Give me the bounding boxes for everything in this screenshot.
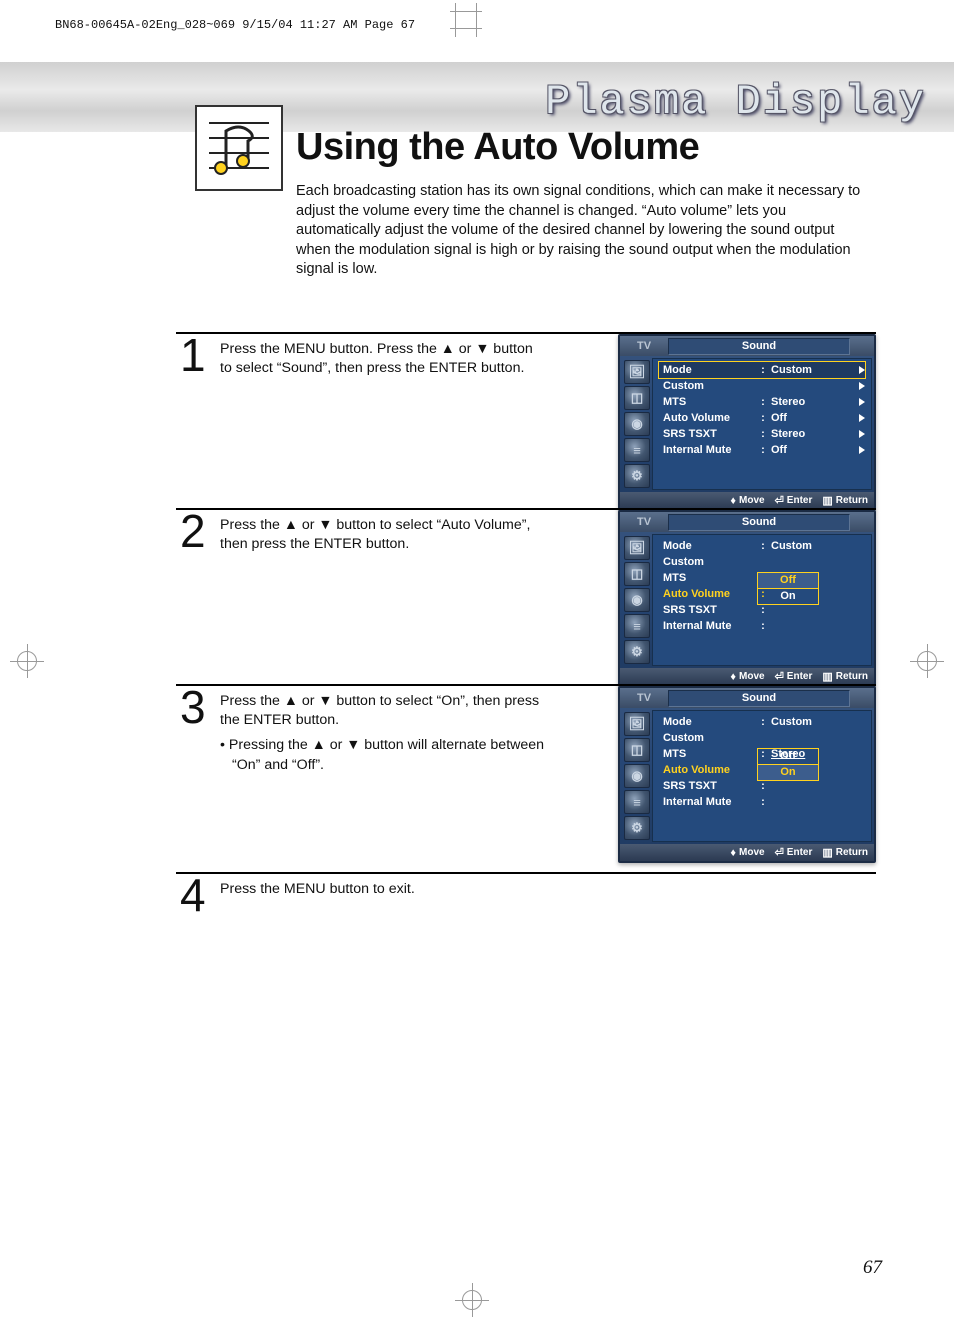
crop-mark-top — [455, 3, 477, 37]
crop-mark-left — [10, 644, 44, 678]
osd-sidebar: 🖼 ◫ ◉ ≡ ⚙ — [622, 358, 652, 490]
osd-row-custom[interactable]: Custom — [659, 554, 865, 570]
updown-icon: ♦ — [730, 847, 736, 859]
option-on[interactable]: On — [757, 764, 819, 781]
chevron-right-icon — [859, 398, 865, 406]
osd-row-mode[interactable]: Mode:Custom — [659, 714, 865, 730]
channel-icon: ≡ — [624, 614, 650, 638]
osd-title: Sound — [668, 338, 850, 355]
updown-icon: ♦ — [730, 671, 736, 683]
intro-text: Each broadcasting station has its own si… — [296, 182, 868, 280]
step-3-bullet: • Pressing the ▲ or ▼ button will altern… — [220, 736, 548, 774]
step-1-number: 1 — [180, 332, 206, 378]
picture-icon: 🖼 — [624, 536, 650, 560]
step-1-text: Press the MENU button. Press the ▲ or ▼ … — [220, 340, 548, 378]
osd-list: Mode:Custom Custom MTS:Stereo Auto Volum… — [652, 358, 872, 490]
setup-icon: ⚙ — [624, 464, 650, 488]
picture-icon: 🖼 — [624, 360, 650, 384]
sound-icon: ◉ — [624, 764, 650, 788]
osd-row-mts[interactable]: MTS:Stereo — [659, 394, 865, 410]
pip-icon: ◫ — [624, 738, 650, 762]
step-4: 4 Press the MENU button to exit. — [176, 872, 876, 920]
steps-container: 1 Press the MENU button. Press the ▲ or … — [176, 332, 876, 938]
option-off[interactable]: Off — [757, 572, 819, 589]
osd-3: TVSound 🖼 ◫ ◉ ≡ ⚙ Mode:Custom Custom MTS… — [618, 686, 876, 863]
option-off[interactable]: Off — [757, 748, 819, 765]
enter-icon: ⏎ — [775, 670, 784, 683]
step-2: 2 Press the ▲ or ▼ button to select “Aut… — [176, 508, 876, 666]
option-on[interactable]: On — [757, 588, 819, 605]
picture-icon: 🖼 — [624, 712, 650, 736]
step-2-number: 2 — [180, 508, 206, 554]
updown-icon: ♦ — [730, 495, 736, 507]
enter-icon: ⏎ — [775, 846, 784, 859]
step-3: 3 Press the ▲ or ▼ button to select “On”… — [176, 684, 876, 842]
sound-notes-icon — [195, 105, 283, 191]
setup-icon: ⚙ — [624, 816, 650, 840]
osd-footer: ♦Move ⏎Enter ▥Return — [620, 492, 874, 509]
setup-icon: ⚙ — [624, 640, 650, 664]
sound-icon: ◉ — [624, 588, 650, 612]
step-2-text: Press the ▲ or ▼ button to select “Auto … — [220, 516, 548, 554]
step-3-text: Press the ▲ or ▼ button to select “On”, … — [220, 692, 548, 775]
osd-row-mode[interactable]: Mode:Custom — [659, 538, 865, 554]
return-icon: ▥ — [822, 494, 832, 507]
osd-1: TV Sound 🖼 ◫ ◉ ≡ ⚙ Mode:Custom Custom MT… — [618, 334, 876, 511]
step-1: 1 Press the MENU button. Press the ▲ or … — [176, 332, 876, 490]
crop-mark-bottom — [455, 1283, 489, 1317]
osd-row-srs[interactable]: SRS TSXT:Stereo — [659, 426, 865, 442]
channel-icon: ≡ — [624, 438, 650, 462]
chevron-right-icon — [859, 382, 865, 390]
channel-icon: ≡ — [624, 790, 650, 814]
crop-mark-right — [910, 644, 944, 678]
return-icon: ▥ — [822, 846, 832, 859]
pip-icon: ◫ — [624, 562, 650, 586]
osd-row-autovol[interactable]: Auto Volume:Off — [659, 410, 865, 426]
osd-tv-label: TV — [620, 340, 668, 352]
enter-icon: ⏎ — [775, 494, 784, 507]
chevron-right-icon — [859, 446, 865, 454]
step-4-text: Press the MENU button to exit. — [220, 880, 548, 899]
chevron-right-icon — [859, 430, 865, 438]
return-icon: ▥ — [822, 670, 832, 683]
print-header: BN68-00645A-02Eng_028~069 9/15/04 11:27 … — [55, 18, 415, 32]
page-number: 67 — [863, 1257, 882, 1279]
osd-row-mute[interactable]: Internal Mute: — [659, 794, 865, 810]
step-3-number: 3 — [180, 684, 206, 730]
sound-icon: ◉ — [624, 412, 650, 436]
osd-header: TV Sound — [620, 336, 874, 356]
osd-row-mode[interactable]: Mode:Custom — [658, 361, 866, 379]
page: BN68-00645A-02Eng_028~069 9/15/04 11:27 … — [0, 0, 954, 1321]
page-title: Using the Auto Volume — [296, 126, 699, 169]
pip-icon: ◫ — [624, 386, 650, 410]
osd-row-custom[interactable]: Custom — [659, 378, 865, 394]
osd-row-mute[interactable]: Internal Mute:Off — [659, 442, 865, 458]
banner: Plasma Display — [0, 62, 954, 132]
chevron-right-icon — [859, 414, 865, 422]
step-4-number: 4 — [180, 872, 206, 918]
chevron-right-icon — [859, 366, 865, 374]
osd-2: TVSound 🖼 ◫ ◉ ≡ ⚙ Mode:Custom Custom MTS… — [618, 510, 876, 687]
osd-row-custom[interactable]: Custom — [659, 730, 865, 746]
osd-row-mute[interactable]: Internal Mute: — [659, 618, 865, 634]
banner-title: Plasma Display — [545, 78, 926, 126]
